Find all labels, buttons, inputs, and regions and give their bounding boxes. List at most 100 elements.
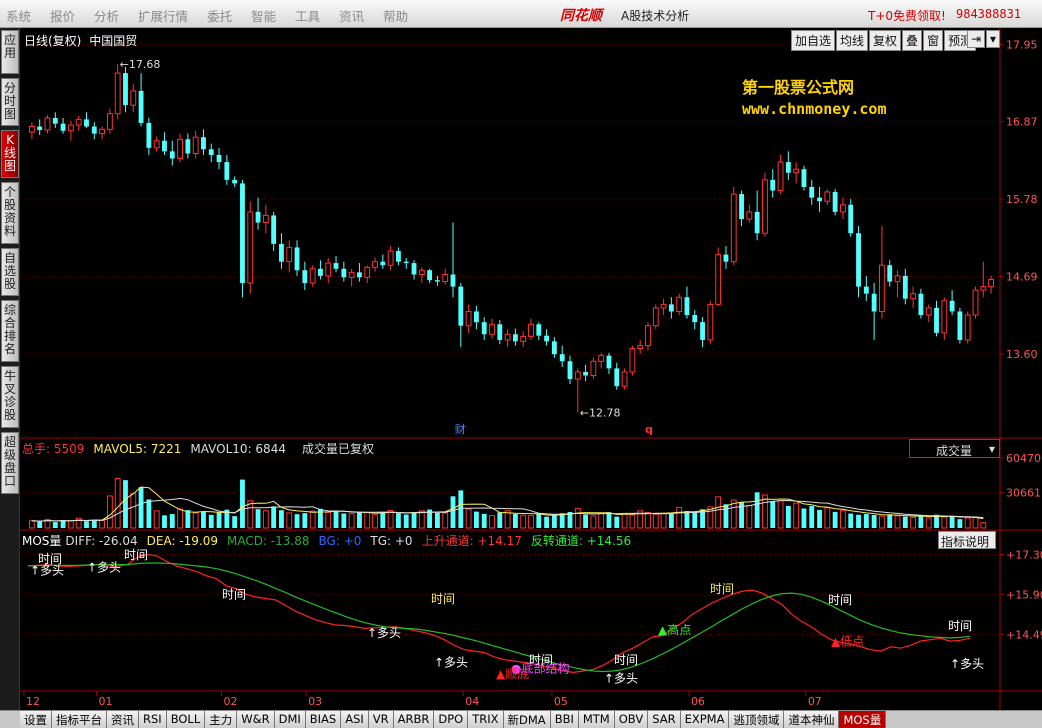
indicator-tab[interactable]: BBI — [550, 711, 579, 728]
side-tab[interactable]: 综合排名 — [1, 300, 19, 362]
month-label: 05 — [554, 695, 568, 708]
indicator-explain-button[interactable]: 指标说明 — [938, 531, 996, 549]
indicator-tab[interactable]: MTM — [578, 711, 615, 728]
indicator-tab[interactable]: EXPMA — [680, 711, 730, 728]
volume-bar — [99, 519, 106, 529]
month-label: 12 — [26, 695, 40, 708]
candle-body — [387, 250, 394, 266]
indicator-tab[interactable]: MOS量 — [839, 711, 887, 728]
indicator-tab[interactable]: 资讯 — [107, 711, 139, 728]
candle-body — [333, 263, 339, 269]
volume-bar — [106, 495, 113, 529]
chart-toolbar-button[interactable]: 均线 — [836, 30, 869, 51]
menu-item[interactable]: 扩展行情 — [138, 6, 188, 25]
indicator-tab[interactable]: TRIX — [468, 711, 504, 728]
candle-body — [364, 266, 371, 278]
indicator-tab[interactable]: ASI — [341, 711, 369, 728]
volume-bar — [551, 514, 557, 528]
side-tab[interactable]: K线图 — [1, 130, 19, 178]
menu-item[interactable]: 智能 — [251, 6, 276, 25]
volume-select[interactable]: 成交量 ▾ — [909, 439, 1000, 458]
candle-body — [660, 303, 667, 309]
volume-bar — [240, 479, 245, 528]
exit-icon[interactable]: ⇥ — [967, 30, 986, 48]
chart-canvas[interactable]: 17.95 16.87 15.78 14.69 13.60 ←17.68 ←12.78 财 q 6… — [20, 28, 1042, 710]
candle-body — [949, 300, 955, 312]
volume-bar — [832, 511, 838, 528]
candle-body — [44, 117, 51, 131]
candle-body — [957, 311, 963, 340]
indicator-tab[interactable]: 道本神仙 — [784, 711, 840, 728]
candle-body — [746, 211, 753, 220]
menu-item[interactable]: 系统 — [6, 6, 31, 25]
menu-item[interactable]: 分析 — [94, 6, 119, 25]
side-tab[interactable]: 分时图 — [1, 78, 19, 126]
indicator-tab[interactable]: SAR — [648, 711, 681, 728]
chart-toolbar-button[interactable]: 复权 — [869, 30, 902, 51]
side-tab[interactable]: 牛叉诊股 — [1, 366, 19, 428]
volume-bar — [754, 492, 760, 528]
side-tab[interactable]: 超级盘口 — [1, 432, 19, 494]
volume-bar — [434, 512, 440, 528]
menu-item[interactable]: 工具 — [295, 6, 320, 25]
event-marker: q — [645, 423, 653, 436]
volume-bar — [67, 520, 74, 529]
legend-item: MAVOL5: 7221 — [93, 442, 182, 456]
indicator-tab[interactable]: RSI — [139, 711, 167, 728]
indicator-tab[interactable]: 主力 — [205, 711, 238, 728]
volume-bar — [450, 496, 456, 528]
indicator-tab[interactable]: ARBR — [393, 711, 435, 728]
month-label: 07 — [808, 695, 822, 708]
chart-toolbar-button[interactable]: 加自选 — [791, 30, 836, 51]
candle-body — [247, 211, 254, 284]
indicator-annotation: ↑多头 — [30, 563, 64, 577]
indicator-tab[interactable]: 指标平台 — [52, 711, 107, 728]
candle-body — [294, 247, 300, 271]
menu-item[interactable]: 委托 — [207, 6, 232, 25]
menu-item[interactable]: 报价 — [50, 6, 75, 25]
volume-bar — [294, 514, 300, 528]
candle-body — [598, 355, 605, 362]
indicator-annotation: ↑多头 — [87, 561, 121, 575]
indicator-tab[interactable]: BOLL — [166, 711, 206, 728]
indicator-tab[interactable]: DPO — [434, 711, 469, 728]
side-tab[interactable]: 个股资料 — [1, 182, 19, 244]
chart-toolbar-button[interactable]: 叠 — [902, 30, 923, 51]
candle-body — [123, 73, 128, 106]
volume-bar — [497, 512, 503, 528]
side-tab-bar: 应用分时图 K线图个股资料自选股综合排名牛叉诊股超级盘口 — [0, 28, 20, 710]
app-title: A股技术分析 — [621, 9, 690, 23]
chart-toolbar-button[interactable]: 窗 — [923, 30, 944, 51]
candle-body — [489, 323, 495, 335]
volume-bar — [652, 513, 659, 529]
dropdown-icon[interactable]: ▾ — [986, 30, 1001, 48]
promo-link[interactable]: T+0免费领取! — [868, 7, 946, 24]
indicator-tab[interactable]: OBV — [614, 711, 649, 728]
candle-body — [37, 126, 43, 131]
volume-bar — [660, 512, 667, 529]
menu-item[interactable]: 资讯 — [339, 6, 364, 25]
volume-bar — [715, 496, 722, 529]
legend-item: MAVOL10: 6844 — [190, 442, 286, 456]
indicator-tab[interactable]: W&R — [237, 711, 275, 728]
indicator-tab[interactable]: 设置 — [20, 711, 52, 728]
indicator-tab[interactable]: VR — [368, 711, 394, 728]
month-label: 06 — [691, 695, 705, 708]
volume-bar — [520, 514, 527, 529]
candle-body — [980, 286, 987, 291]
indicator-tab[interactable]: 新DMA — [503, 711, 551, 728]
candle-body — [520, 335, 527, 342]
volume-bar — [902, 516, 908, 528]
side-tab[interactable]: 应用 — [1, 30, 19, 74]
menu-item[interactable]: 帮助 — [383, 6, 408, 25]
indicator-tab[interactable]: 逃顶领域 — [729, 711, 785, 728]
side-tab[interactable]: 自选股 — [1, 248, 19, 296]
candle-body — [240, 183, 245, 284]
candle-body — [380, 261, 386, 266]
chart-period-label: 日线(复权) — [24, 34, 82, 48]
volume-bar — [972, 516, 979, 529]
indicator-tab[interactable]: BIAS — [305, 711, 342, 728]
indicator-tab[interactable]: DMI — [274, 711, 306, 728]
candle-body — [856, 233, 861, 287]
candle-body — [551, 341, 557, 355]
